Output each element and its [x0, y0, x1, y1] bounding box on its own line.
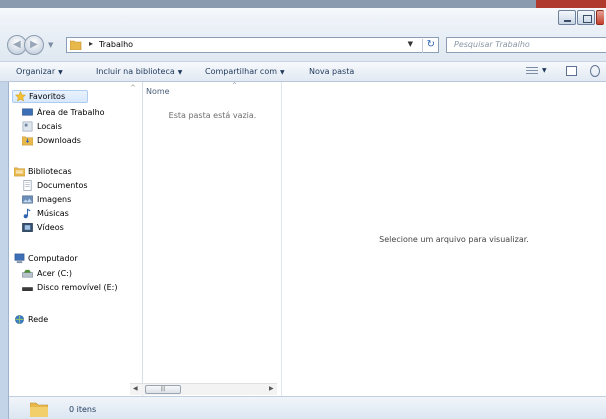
- window-controls: [557, 10, 604, 26]
- computer-icon: [14, 253, 25, 264]
- change-view-icon[interactable]: [526, 67, 538, 76]
- chevron-down-icon: ▼: [280, 69, 285, 76]
- folder-icon: [70, 40, 82, 50]
- hard-drive-icon: [22, 269, 33, 278]
- breadcrumb-separator-icon[interactable]: ▸: [89, 39, 93, 48]
- chevron-down-icon[interactable]: ▼: [542, 67, 547, 74]
- help-icon[interactable]: [590, 65, 600, 77]
- taskbar-accent: [536, 0, 606, 8]
- folder-icon: [30, 402, 48, 417]
- breadcrumb-trabalho[interactable]: Trabalho: [99, 40, 133, 49]
- network-icon: [15, 315, 24, 324]
- organize-button[interactable]: Organizar ▼: [16, 67, 63, 76]
- desktop-icon: [22, 108, 33, 116]
- forward-button[interactable]: ▶: [24, 35, 44, 55]
- sidebar-item-label: Downloads: [37, 136, 81, 145]
- libraries-icon: [14, 167, 25, 177]
- scroll-left-icon[interactable]: ◀: [133, 385, 138, 392]
- videos-icon: [22, 223, 33, 232]
- pictures-icon: [22, 195, 33, 204]
- sidebar-item-label: Área de Trabalho: [37, 108, 105, 117]
- music-note-icon: [23, 208, 31, 219]
- navigation-buttons: ◀ ▶ ▼: [7, 35, 65, 55]
- view-controls: ▼: [526, 65, 600, 79]
- chevron-down-icon: ▼: [177, 69, 183, 76]
- minimize-button[interactable]: [558, 10, 576, 25]
- address-bar[interactable]: ▸ Trabalho ▼ ↻: [66, 37, 439, 53]
- sidebar-item-label: Computador: [28, 254, 78, 263]
- item-count: 0 itens: [69, 405, 97, 414]
- navigation-pane: ^ Favoritos Área de Trabalho Locais Down…: [9, 82, 143, 396]
- sidebar-item-label: Acer (C:): [37, 269, 73, 278]
- preview-message: Selecione um arquivo para visualizar.: [379, 235, 529, 244]
- include-library-label: Incluir na biblioteca: [96, 67, 175, 76]
- refresh-icon[interactable]: ↻: [421, 39, 435, 53]
- column-header-label: Nome: [146, 87, 170, 96]
- forward-arrow-icon: ▶: [30, 39, 38, 50]
- file-list: Nome ^ Esta pasta está vazia.: [143, 82, 282, 396]
- column-header-name[interactable]: Nome ^: [143, 82, 282, 100]
- horizontal-scrollbar[interactable]: ◀ ||| ▶: [130, 383, 277, 395]
- star-icon: [15, 91, 26, 102]
- empty-folder-message: Esta pasta está vazia.: [168, 111, 257, 120]
- sidebar-item-label: Imagens: [37, 195, 72, 204]
- window-left-edge: [0, 82, 9, 419]
- recent-locations-dropdown[interactable]: ▼: [48, 41, 53, 49]
- sort-ascending-icon: ^: [232, 82, 238, 89]
- close-button[interactable]: [596, 10, 604, 25]
- removable-drive-icon: [22, 287, 33, 291]
- documents-icon: [23, 180, 32, 191]
- new-folder-label: Nova pasta: [309, 67, 355, 76]
- search-placeholder: Pesquisar Trabalho: [454, 40, 530, 49]
- sidebar-item-favorites[interactable]: Favoritos: [12, 90, 88, 103]
- sidebar-item-label: Documentos: [37, 181, 88, 190]
- address-dropdown-icon[interactable]: ▼: [408, 40, 413, 48]
- scroll-right-icon[interactable]: ▶: [269, 385, 274, 392]
- sidebar-item-label: Bibliotecas: [28, 167, 72, 176]
- scrollbar-thumb[interactable]: |||: [145, 385, 181, 394]
- preview-pane-icon[interactable]: [566, 66, 577, 76]
- sidebar-item-label: Músicas: [37, 209, 69, 218]
- downloads-folder-icon: [22, 136, 33, 146]
- share-with-button[interactable]: Compartilhar com ▼: [205, 67, 285, 76]
- sidebar-item-label: Disco removível (E:): [37, 283, 118, 292]
- share-with-label: Compartilhar com: [205, 67, 278, 76]
- search-input[interactable]: Pesquisar Trabalho: [446, 37, 606, 53]
- chevron-down-icon: ▼: [58, 69, 63, 76]
- details-pane: 0 itens: [9, 396, 606, 419]
- command-bar: Organizar ▼ Incluir na biblioteca ▼ Compar…: [0, 61, 606, 82]
- window-chrome: ◀ ▶ ▼ ▸ Trabalho ▼ ↻ Pesquisar Trabalho: [0, 0, 606, 61]
- sidebar-item-label: Vídeos: [37, 223, 64, 232]
- back-arrow-icon: ◀: [13, 39, 21, 50]
- preview-pane: Selecione um arquivo para visualizar.: [282, 82, 606, 396]
- taskbar-strip: [0, 0, 606, 8]
- recent-places-icon: [22, 121, 33, 132]
- sidebar-item-label: Rede: [28, 315, 49, 324]
- organize-label: Organizar: [16, 67, 56, 76]
- sidebar-item-label: Favoritos: [29, 92, 66, 101]
- scroll-up-icon[interactable]: ^: [130, 84, 136, 92]
- include-library-button[interactable]: Incluir na biblioteca ▼: [96, 67, 182, 76]
- maximize-button[interactable]: [577, 10, 595, 25]
- new-folder-button[interactable]: Nova pasta: [309, 67, 354, 76]
- sidebar-item-label: Locais: [37, 122, 62, 131]
